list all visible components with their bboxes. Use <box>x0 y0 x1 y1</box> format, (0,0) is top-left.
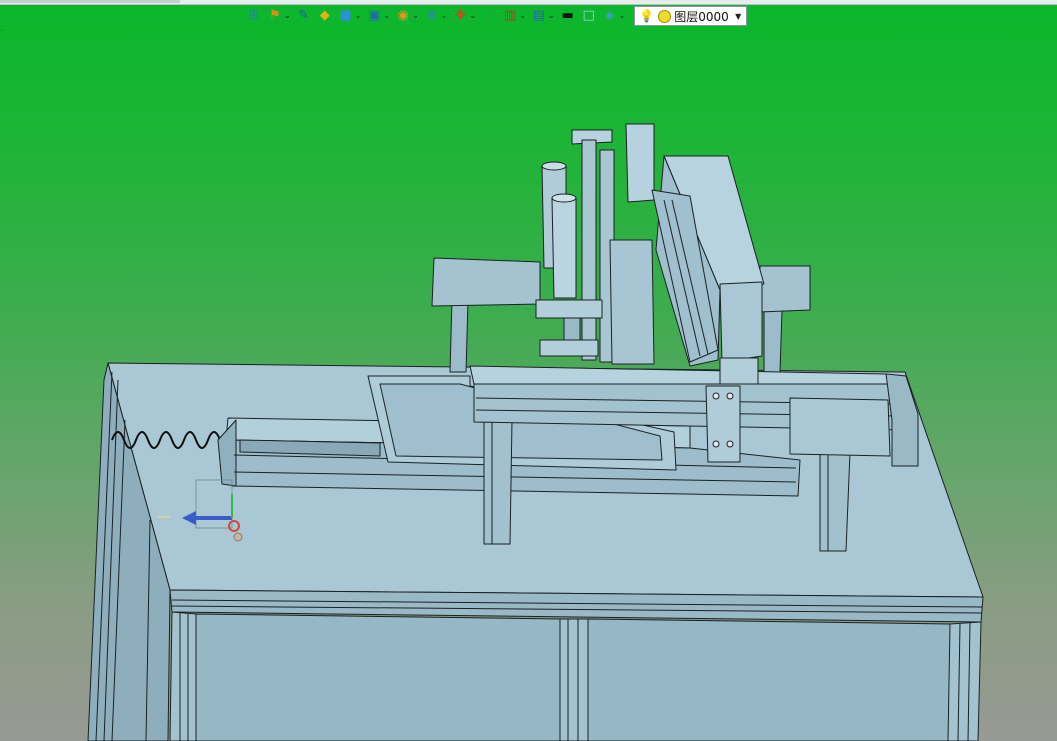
chevron-down-icon[interactable]: ⌄ <box>441 11 448 21</box>
cube-icon: ■ <box>339 8 352 23</box>
chevron-down-icon[interactable]: ⌄ <box>470 11 477 21</box>
chevron-down-icon[interactable]: ⌄ <box>383 11 390 21</box>
chevron-down-icon[interactable]: ⌄ <box>548 11 555 21</box>
zoom-button[interactable]: ⊕ ⌄ <box>422 5 450 27</box>
chevron-down-icon[interactable]: ⌄ <box>519 11 526 21</box>
line-color-icon: ▬ <box>561 8 574 23</box>
move-axis-icon: ✥ <box>455 8 466 23</box>
chevron-down-icon[interactable]: ⌄ <box>412 11 419 21</box>
layer-manager-icon: ◈ <box>604 8 615 23</box>
carriage-plate <box>705 385 741 463</box>
screw <box>712 440 720 448</box>
new-document-icon: ⊞ <box>248 8 260 23</box>
fill-color-button[interactable]: □ <box>579 5 599 27</box>
nozzle-assembly <box>535 299 603 319</box>
motor-cap <box>551 193 577 203</box>
z-axis-foot <box>719 357 759 385</box>
render-mode-button[interactable]: ◉ ⌄ <box>393 5 421 27</box>
screw <box>726 392 734 400</box>
table-front-panel-right <box>587 618 951 741</box>
zoom-icon: ⊕ <box>426 8 438 23</box>
motor-cap <box>541 161 567 171</box>
pneumatic-cylinder <box>625 123 655 203</box>
table-middle-post <box>559 618 589 741</box>
table-front-panel-left <box>195 613 561 741</box>
pen-icon: ✎ <box>298 8 310 23</box>
display-settings-icon: ▤ <box>532 8 546 23</box>
material-icon: ◆ <box>319 8 330 23</box>
gantry-beam-top <box>469 365 901 385</box>
layer-select[interactable]: 💡 图层0000 ▼ <box>634 6 748 26</box>
vertical-guide-1 <box>581 139 597 361</box>
layer-freeze-icon[interactable] <box>658 9 672 23</box>
move-axis-button[interactable]: ✥ ⌄ <box>451 5 479 27</box>
layer-manager-button[interactable]: ◈ ⌄ <box>600 5 628 27</box>
table-front-post <box>169 611 197 741</box>
table-right-post <box>947 621 982 741</box>
section-view-button[interactable]: ▥ ⌄ <box>500 5 528 27</box>
caret-down-icon[interactable]: ▼ <box>735 12 741 21</box>
spindle-motor-2 <box>551 197 577 299</box>
fill-color-icon: □ <box>582 8 595 23</box>
head-mount-plate <box>609 239 655 365</box>
render-mode-icon: ◉ <box>397 8 409 23</box>
fit-view-button[interactable]: ⤢ <box>479 5 499 27</box>
chevron-down-icon[interactable]: ⌄ <box>355 11 362 21</box>
chevron-down-icon[interactable]: ⌄ <box>284 11 291 21</box>
right-motor-block <box>789 397 891 457</box>
attribute-button[interactable]: ⚑ ⌄ <box>265 5 293 27</box>
lightbulb-icon[interactable]: 💡 <box>639 9 654 23</box>
pen-button[interactable]: ✎ <box>294 5 314 27</box>
attribute-icon: ⚑ <box>269 8 281 23</box>
cube-button[interactable]: ■ ⌄ <box>336 5 364 27</box>
rear-upper-beam-right <box>759 265 811 313</box>
view-orientation-button[interactable]: ▣ ⌄ <box>364 5 392 27</box>
rear-upper-beam <box>431 257 541 307</box>
cad-viewport[interactable] <box>0 0 1057 741</box>
new-document-button[interactable]: ⊞ <box>244 5 264 27</box>
gantry-leg-right <box>819 449 851 552</box>
gantry-leg-left <box>483 419 513 545</box>
chevron-down-icon[interactable]: ⌄ <box>619 11 626 21</box>
material-button[interactable]: ◆ <box>315 5 335 27</box>
fit-view-icon: ⤢ <box>484 8 495 23</box>
nozzle-lower <box>539 339 599 357</box>
view-toolbar: ⊞ ⚑ ⌄ ✎ ◆ ■ ⌄ ▣ ⌄ ◉ ⌄ ⊕ ⌄ ✥ ⌄ ⤢ ▥ ⌄ ▤ ⌄ ▬ □ ◈ ⌄ 💡 图层0000 ▼ <box>244 5 748 27</box>
view-orientation-icon: ▣ <box>368 8 381 23</box>
rear-leg-right <box>763 309 783 373</box>
screw <box>712 392 720 400</box>
rear-leg-left <box>449 299 469 373</box>
display-settings-button[interactable]: ▤ ⌄ <box>529 5 557 27</box>
z-axis-plate <box>719 281 763 363</box>
line-color-button[interactable]: ▬ <box>558 5 578 27</box>
screw <box>726 440 734 448</box>
layer-name: 图层0000 <box>674 9 729 24</box>
section-view-icon: ▥ <box>504 8 517 23</box>
